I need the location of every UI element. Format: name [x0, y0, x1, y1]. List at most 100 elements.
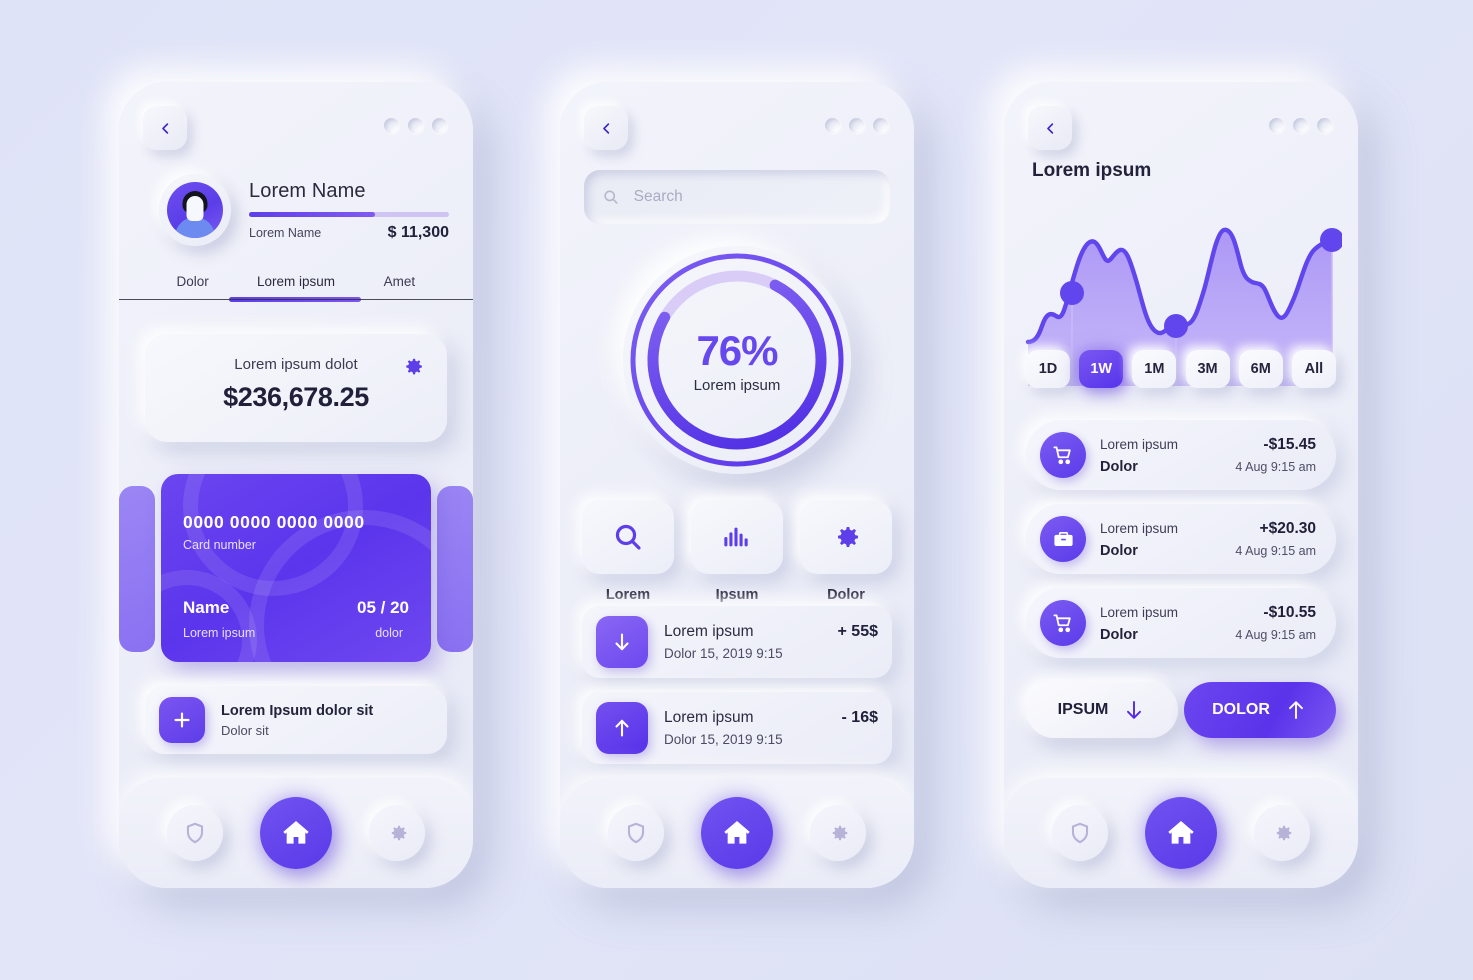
briefcase-icon — [1053, 531, 1073, 546]
tab-dolor[interactable]: Dolor — [141, 274, 244, 299]
nav-shield-button[interactable] — [608, 805, 665, 861]
card-holder-name: Name — [183, 598, 230, 617]
quick-action-lorem-button[interactable] — [582, 500, 674, 574]
transaction-amount: - 16$ — [841, 709, 878, 726]
transaction-headline: Lorem ipsum + 55$ — [664, 623, 878, 641]
send-button[interactable]: DOLOR — [1184, 682, 1336, 738]
action-buttons: IPSUM DOLOR — [1026, 682, 1336, 738]
donut-percent: 76% — [696, 326, 778, 374]
phone-screen-stats: 76% Lorem ipsum Lorem — [560, 82, 914, 888]
profile-amount: $ 11,300 — [387, 224, 449, 241]
transaction-subline: Dolor 4 Aug 9:15 am — [1100, 459, 1316, 475]
receive-button[interactable]: IPSUM — [1026, 682, 1178, 738]
search-bar[interactable] — [584, 170, 890, 224]
quick-action-ipsum[interactable]: Ipsum — [691, 500, 783, 603]
bottom-navigation-3 — [1004, 778, 1358, 888]
profile-name: Lorem Name — [249, 180, 366, 202]
timeframe-6m[interactable]: 6M — [1238, 350, 1283, 388]
nav-settings-button[interactable] — [809, 805, 866, 861]
status-dot — [384, 118, 399, 133]
timeframe-1m[interactable]: 1M — [1132, 350, 1177, 388]
profile-info: Lorem Name Lorem Name $ 11,300 — [249, 178, 449, 242]
timeframe-1w[interactable]: 1W — [1079, 350, 1124, 388]
nav-home-button[interactable] — [259, 797, 332, 869]
card-expiry-label: dolor — [375, 626, 403, 640]
transaction-row[interactable]: Lorem ipsum -$10.55 Dolor 4 Aug 9:15 am — [1026, 588, 1336, 658]
transaction-headline: Lorem ipsum +$20.30 — [1100, 520, 1316, 538]
avatar-image — [167, 182, 223, 238]
add-button[interactable] — [159, 697, 205, 743]
transaction-row[interactable]: Lorem ipsum +$20.30 Dolor 4 Aug 9:15 am — [1026, 504, 1336, 574]
profile-progress-track — [249, 212, 449, 217]
quick-action-ipsum-button[interactable] — [691, 500, 783, 574]
back-button[interactable] — [1028, 106, 1072, 150]
transaction-row[interactable]: Lorem ipsum - 16$ Dolor 15, 2019 9:15 — [582, 692, 892, 764]
quick-action-dolor-label: Dolor — [827, 587, 865, 603]
transaction-headline: Lorem ipsum -$15.45 — [1100, 436, 1316, 454]
shopping-cart-icon — [1052, 445, 1071, 464]
gear-icon — [1276, 825, 1291, 841]
nav-home-button[interactable] — [1144, 797, 1217, 869]
transaction-direction-icon-wrap — [596, 702, 648, 754]
nav-shield-button[interactable] — [167, 805, 224, 861]
chart-marker[interactable] — [1164, 314, 1188, 338]
transaction-row[interactable]: Lorem ipsum -$15.45 Dolor 4 Aug 9:15 am — [1026, 420, 1336, 490]
card-carousel[interactable]: 0000 0000 0000 0000 Card number Name Lor… — [119, 474, 473, 662]
transaction-category-icon-wrap — [1040, 516, 1086, 562]
bar-chart-icon — [724, 527, 748, 547]
tab-divider — [119, 299, 473, 300]
status-dots — [384, 118, 447, 133]
timeframe-3m[interactable]: 3M — [1185, 350, 1230, 388]
balance-settings-button[interactable] — [400, 354, 425, 384]
page-title: Lorem ipsum — [1032, 160, 1152, 181]
status-dot — [1317, 118, 1332, 133]
bottom-navigation-1 — [119, 778, 473, 888]
shopping-cart-icon — [1052, 613, 1071, 632]
nav-home-button[interactable] — [700, 797, 773, 869]
back-button[interactable] — [584, 106, 628, 150]
profile-sub-label: Lorem Name — [249, 226, 322, 240]
profile-subline: Lorem Name $ 11,300 — [249, 224, 449, 242]
profile-progress-fill — [249, 212, 375, 217]
card-next-peek[interactable] — [437, 486, 473, 652]
tab-amet[interactable]: Amet — [348, 274, 451, 299]
nav-shield-button[interactable] — [1052, 805, 1109, 861]
quick-action-ipsum-label: Ipsum — [715, 587, 759, 603]
status-dot — [408, 118, 423, 133]
nav-settings-button[interactable] — [1253, 805, 1310, 861]
transaction-title: Lorem ipsum — [664, 709, 754, 726]
back-button[interactable] — [143, 106, 187, 150]
timeframe-all[interactable]: All — [1291, 350, 1336, 388]
home-icon — [724, 821, 750, 844]
transaction-category: Dolor — [1100, 542, 1138, 559]
arrow-down-icon — [615, 633, 629, 651]
add-card-row[interactable]: Lorem Ipsum dolor sit Dolor sit — [145, 686, 447, 754]
transaction-body: Lorem ipsum + 55$ Dolor 15, 2019 9:15 — [664, 623, 878, 661]
search-icon — [604, 190, 618, 204]
profile-header: Lorem Name Lorem Name $ 11,300 — [159, 174, 449, 246]
avatar-face — [186, 196, 204, 221]
status-dots — [1269, 118, 1332, 133]
status-dot — [873, 118, 888, 133]
status-dot — [825, 118, 840, 133]
search-icon — [615, 524, 641, 550]
quick-action-lorem[interactable]: Lorem — [582, 500, 674, 603]
search-input[interactable] — [633, 188, 872, 206]
transaction-row[interactable]: Lorem ipsum + 55$ Dolor 15, 2019 9:15 — [582, 606, 892, 678]
timeframe-1d[interactable]: 1D — [1026, 350, 1070, 388]
nav-settings-button[interactable] — [368, 805, 425, 861]
add-row-title: Lorem Ipsum dolor sit — [221, 702, 374, 719]
transaction-title: Lorem ipsum — [1100, 604, 1179, 620]
credit-card[interactable]: 0000 0000 0000 0000 Card number Name Lor… — [161, 474, 431, 662]
card-prev-peek[interactable] — [119, 486, 155, 652]
mockup-stage: Lorem Name Lorem Name $ 11,300 Dolor Lor… — [0, 0, 1473, 980]
quick-action-dolor[interactable]: Dolor — [800, 500, 892, 603]
quick-action-dolor-button[interactable] — [800, 500, 892, 574]
avatar[interactable] — [159, 174, 231, 246]
transaction-direction-icon-wrap — [596, 616, 648, 668]
chart-marker[interactable] — [1060, 281, 1084, 305]
balance-amount: $236,678.25 — [223, 382, 369, 412]
transaction-amount: -$10.55 — [1263, 603, 1316, 621]
tab-lorem-ipsum[interactable]: Lorem ipsum — [244, 274, 347, 299]
status-dot — [1269, 118, 1284, 133]
